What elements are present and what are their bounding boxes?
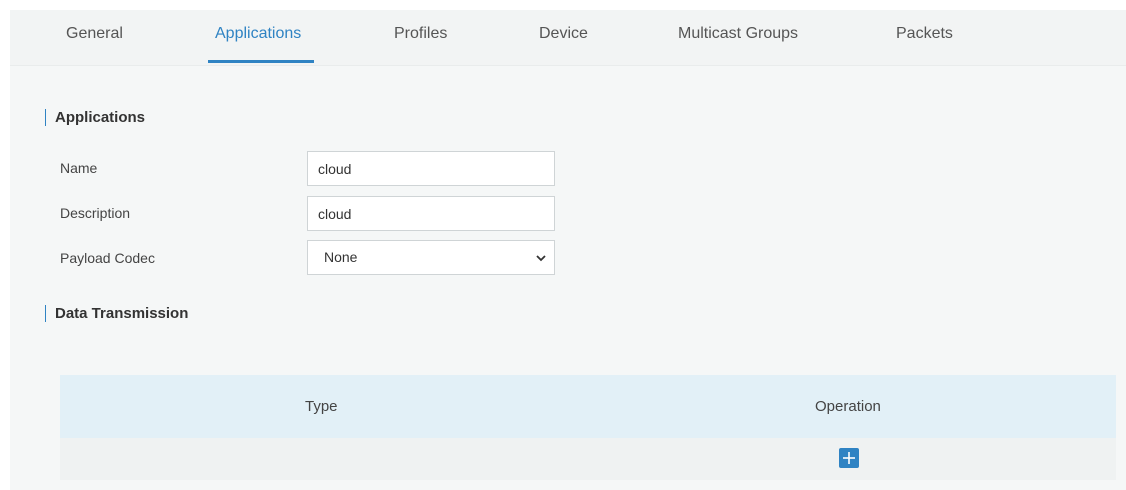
table-header: Type Operation [60,375,1116,438]
tab-profiles[interactable]: Profiles [394,25,447,43]
plus-icon [843,452,855,464]
active-tab-indicator [208,60,314,63]
name-label: Name [60,160,98,176]
payload-codec-label: Payload Codec [60,250,155,266]
tab-bar: General Applications Profiles Device Mul… [10,10,1126,66]
tab-packets[interactable]: Packets [896,25,953,43]
tab-applications[interactable]: Applications [215,25,301,43]
description-field[interactable] [307,196,555,231]
chevron-down-icon [536,255,546,262]
data-transmission-table: Type Operation [60,375,1116,480]
payload-codec-select[interactable]: None [307,240,555,275]
tab-device[interactable]: Device [539,25,588,43]
add-button[interactable] [839,448,859,468]
tab-general[interactable]: General [66,25,123,43]
section-title-applications: Applications [45,109,145,126]
device-detail-panel: General Applications Profiles Device Mul… [10,10,1126,490]
name-field[interactable] [307,151,555,186]
table-add-row [60,438,1116,480]
tab-multicast-groups[interactable]: Multicast Groups [678,25,798,43]
column-header-type: Type [305,398,338,415]
description-label: Description [60,205,131,221]
section-title-data-transmission: Data Transmission [45,305,188,322]
payload-codec-value: None [324,249,358,265]
column-header-operation: Operation [815,398,881,415]
